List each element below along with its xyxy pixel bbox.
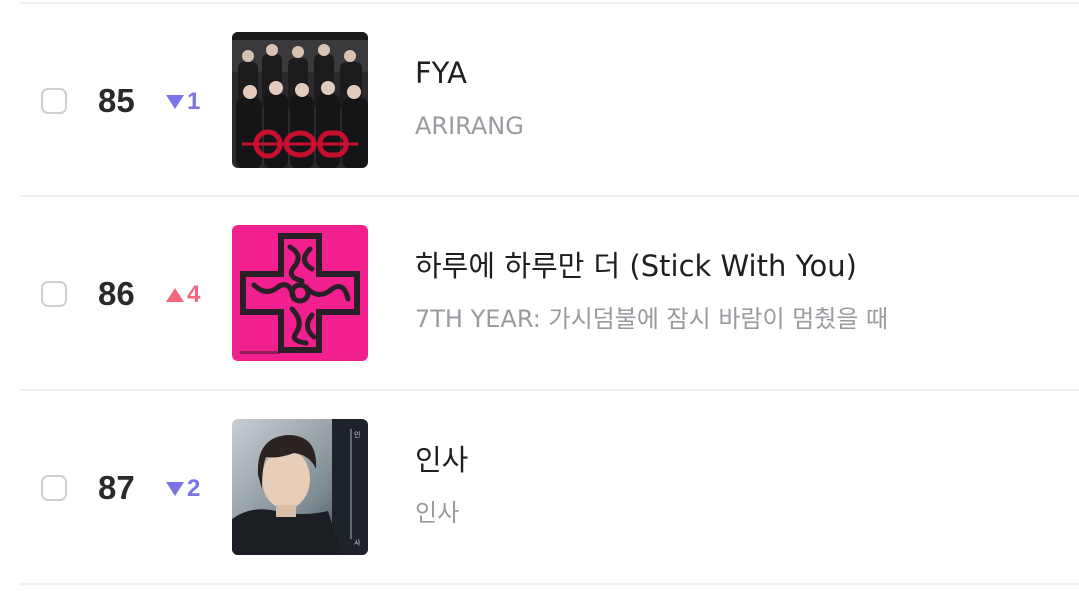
rank-up-arrow-icon	[166, 288, 184, 302]
album-cover-pink-cross-icon	[232, 225, 368, 361]
album-cover[interactable]: 인 사	[232, 419, 368, 555]
row-divider	[20, 583, 1079, 585]
rank-down-arrow-icon	[166, 482, 184, 496]
album-name[interactable]: 7TH YEAR: 가시덤불에 잠시 바람이 멈췄을 때	[415, 305, 888, 334]
chart-row-86[interactable]: 86 4 하루에 하루만 더 (Stick With You) 7TH YEAR…	[0, 197, 1079, 389]
album-cover-group-photo-icon	[232, 32, 368, 168]
song-title[interactable]: 인사	[415, 443, 468, 478]
album-cover[interactable]	[232, 225, 368, 361]
rank-change-value: 4	[187, 281, 201, 308]
rank-change-value: 1	[187, 88, 201, 115]
svg-text:사: 사	[354, 538, 361, 547]
rank-number: 85	[98, 82, 135, 119]
chart-row-85[interactable]: 85 1 FYA ARIRANG	[0, 4, 1079, 196]
rank-number: 86	[98, 275, 135, 312]
album-name[interactable]: 인사	[415, 499, 459, 528]
chart-list: 85 1 FYA ARIRANG 86 4 하루에 하루만 더 (Stick W…	[0, 0, 1079, 591]
song-title[interactable]: 하루에 하루만 더 (Stick With You)	[415, 249, 857, 284]
rank-down-arrow-icon	[166, 95, 184, 109]
album-cover[interactable]	[232, 32, 368, 168]
album-name[interactable]: ARIRANG	[415, 112, 524, 141]
rank-change-indicator: 2	[166, 477, 200, 501]
rank-number: 87	[98, 469, 135, 506]
svg-text:인: 인	[354, 430, 360, 439]
chart-row-87[interactable]: 87 2 인 사 인사 인사	[0, 391, 1079, 583]
album-cover-portrait-icon: 인 사	[232, 419, 368, 555]
rank-change-value: 2	[187, 475, 201, 502]
select-checkbox[interactable]	[41, 281, 67, 307]
rank-change-indicator: 4	[166, 283, 200, 307]
select-checkbox[interactable]	[41, 475, 67, 501]
rank-change-indicator: 1	[166, 90, 200, 114]
song-title[interactable]: FYA	[415, 56, 467, 91]
select-checkbox[interactable]	[41, 88, 67, 114]
